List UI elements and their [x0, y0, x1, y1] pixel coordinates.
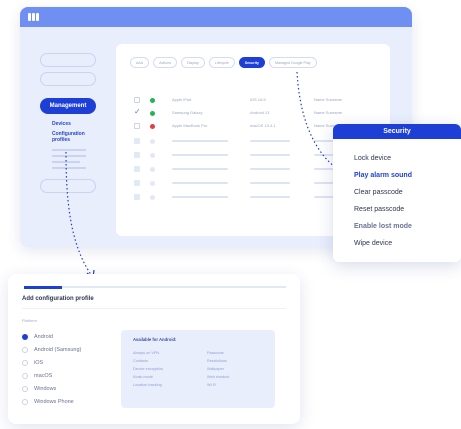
platform-option-label: Windows [34, 386, 57, 392]
platform-option-label: macOS [34, 373, 53, 379]
feature-item: Restrictions [207, 359, 227, 363]
feature-item: Passcode [207, 351, 224, 355]
feature-item: Web shortcut [207, 375, 230, 379]
menu-item-enable-lost-mode[interactable]: Enable lost mode [354, 223, 412, 230]
platform-option-macos[interactable]: macOS [22, 373, 52, 379]
illustration-stage: Management Devices Configuration profile… [0, 0, 461, 429]
feature-item: Wallpaper [207, 367, 224, 371]
feature-item: Location tracking [133, 383, 162, 387]
add-configuration-profile-card: Add configuration profile Platform Andro… [8, 274, 300, 424]
radio-icon[interactable] [22, 399, 28, 405]
available-features-box: Available for Android: Always on VPN Con… [121, 330, 275, 408]
menu-item-reset-passcode[interactable]: Reset passcode [354, 206, 404, 213]
divider [22, 308, 286, 309]
platform-option-windows-phone[interactable]: Windows Phone [22, 399, 74, 405]
feature-item: Always on VPN [133, 351, 160, 355]
radio-icon[interactable] [22, 373, 28, 379]
security-menu-title: Security [333, 124, 461, 139]
available-features-title: Available for Android: [133, 337, 177, 342]
platform-option-android-samsung[interactable]: Android (Samsung) [22, 347, 81, 353]
progress-active-segment [24, 285, 62, 289]
radio-icon[interactable] [22, 386, 28, 392]
platform-option-windows[interactable]: Windows [22, 386, 56, 392]
menu-item-wipe-device[interactable]: Wipe device [354, 240, 392, 247]
platform-option-label: Windows Phone [34, 399, 74, 405]
platform-option-android[interactable]: Android [22, 334, 53, 340]
radio-icon[interactable] [22, 347, 28, 353]
progress-tabs [24, 285, 286, 289]
feature-item: Kiosk mode [133, 375, 153, 379]
platform-option-label: iOS [34, 360, 44, 366]
card-title: Add configuration profile [22, 296, 94, 302]
menu-item-lock-device[interactable]: Lock device [354, 155, 391, 162]
feature-item: Contacts [133, 359, 148, 363]
platform-label: Platform [22, 318, 37, 323]
platform-option-label: Android [34, 334, 53, 340]
platform-option-label: Android (Samsung) [34, 347, 82, 353]
radio-selected-icon[interactable] [22, 334, 28, 340]
menu-item-play-alarm-sound[interactable]: Play alarm sound [354, 172, 412, 179]
menu-item-clear-passcode[interactable]: Clear passcode [354, 189, 403, 196]
platform-option-ios[interactable]: iOS [22, 360, 43, 366]
feature-item: Device encryption [133, 367, 164, 371]
security-menu: Security Lock device Play alarm sound Cl… [333, 124, 461, 262]
radio-icon[interactable] [22, 360, 28, 366]
feature-item: Wi-Fi [207, 383, 216, 387]
